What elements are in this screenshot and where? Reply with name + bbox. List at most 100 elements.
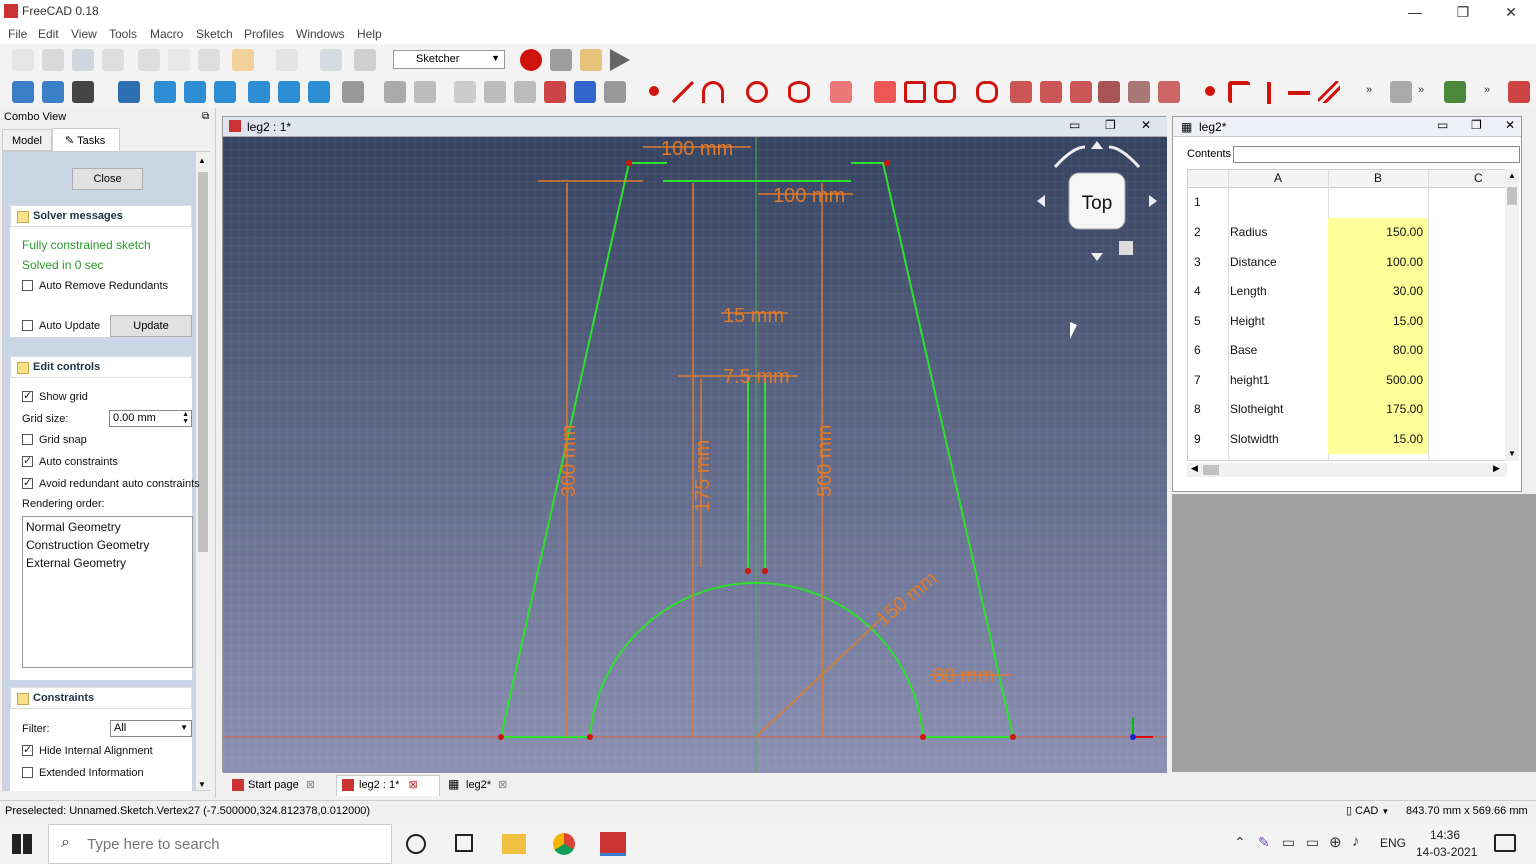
measure-icon[interactable] bbox=[342, 81, 364, 103]
cell-a[interactable]: Base bbox=[1230, 343, 1257, 357]
arc-tool-icon[interactable] bbox=[702, 81, 724, 103]
sheet-horizontal-scrollbar[interactable]: ◀ ▶ bbox=[1187, 463, 1507, 477]
slot-tool-icon[interactable] bbox=[976, 81, 998, 103]
whats-this-icon[interactable] bbox=[354, 49, 376, 71]
copy-icon[interactable] bbox=[168, 49, 190, 71]
trim-tool-icon[interactable] bbox=[1040, 81, 1062, 103]
cell-b[interactable]: 150.00 bbox=[1335, 225, 1423, 239]
spin-arrows-icon[interactable]: ▲ ▼ bbox=[182, 411, 189, 425]
row-number[interactable]: 5 bbox=[1194, 314, 1201, 328]
list-item[interactable]: External Geometry bbox=[26, 556, 126, 570]
scroll-up-icon[interactable]: ▲ bbox=[198, 156, 206, 165]
column-header-a[interactable]: A bbox=[1274, 171, 1282, 185]
top-view-icon[interactable] bbox=[184, 81, 206, 103]
circle-tool-icon[interactable] bbox=[746, 81, 768, 103]
point-tool-icon[interactable] bbox=[649, 86, 659, 96]
update-button[interactable]: Update bbox=[110, 315, 192, 337]
menu-edit[interactable]: Edit bbox=[38, 27, 59, 41]
stop-macro-icon[interactable] bbox=[550, 49, 572, 71]
menu-sketch[interactable]: Sketch bbox=[196, 27, 233, 41]
scroll-thumb[interactable] bbox=[1507, 187, 1517, 205]
row-number[interactable]: 8 bbox=[1194, 402, 1201, 416]
fit-selection-icon[interactable] bbox=[42, 81, 64, 103]
dimension-label[interactable]: 300 mm bbox=[558, 425, 580, 497]
macro-edit-icon[interactable] bbox=[580, 49, 602, 71]
chrome-icon[interactable] bbox=[553, 833, 575, 855]
sheet-restore-button[interactable]: ❐ bbox=[1471, 118, 1482, 132]
navigation-style-selector[interactable]: ▯ CAD ▼ bbox=[1346, 804, 1389, 817]
row-number[interactable]: 9 bbox=[1194, 432, 1201, 446]
external-geometry-icon[interactable] bbox=[1098, 81, 1120, 103]
close-tab-icon[interactable]: ⊠ bbox=[306, 779, 315, 791]
mdi-minimize-button[interactable]: ▭ bbox=[1069, 118, 1080, 132]
cell-b[interactable]: 175.00 bbox=[1335, 402, 1423, 416]
cell-b[interactable]: 100.00 bbox=[1335, 255, 1423, 269]
overflow-chevron-icon[interactable]: » bbox=[1366, 84, 1372, 96]
bspline-display-icon[interactable] bbox=[1444, 81, 1466, 103]
mdi-close-button[interactable]: ✕ bbox=[1141, 118, 1151, 132]
cell-a[interactable]: height1 bbox=[1230, 373, 1269, 387]
scroll-right-icon[interactable]: ▶ bbox=[1493, 463, 1500, 474]
sheet-minimize-button[interactable]: ▭ bbox=[1437, 118, 1448, 132]
sketch-3d-view[interactable]: 100 mm 100 mm 15 mm 7.5 mm 300 mm 175 mm… bbox=[222, 116, 1167, 773]
overflow-chevron-3-icon[interactable]: » bbox=[1484, 84, 1490, 96]
view-sketch-icon[interactable] bbox=[514, 81, 536, 103]
tab-tasks[interactable]: ✎ Tasks bbox=[52, 128, 120, 151]
dimension-label[interactable]: 100 mm bbox=[773, 185, 845, 207]
task-panel-scrollbar[interactable]: ▲ ▼ bbox=[196, 152, 210, 790]
sheet-vertical-scrollbar[interactable]: ▲ ▼ bbox=[1505, 169, 1519, 461]
run-macro-icon[interactable] bbox=[610, 49, 630, 71]
menu-macro[interactable]: Macro bbox=[150, 27, 183, 41]
dimension-label[interactable]: 100 mm bbox=[661, 138, 733, 160]
avoid-redundant-checkbox[interactable] bbox=[22, 476, 33, 489]
filter-select[interactable]: All ▼ bbox=[110, 720, 192, 737]
cell-b[interactable]: 15.00 bbox=[1335, 314, 1423, 328]
sketcher-macro-icon[interactable] bbox=[1508, 81, 1530, 103]
file-explorer-icon[interactable] bbox=[502, 834, 526, 854]
draw-style-icon[interactable] bbox=[72, 81, 94, 103]
row-number[interactable]: 7 bbox=[1194, 373, 1201, 387]
task-view-icon[interactable] bbox=[455, 834, 473, 852]
overflow-chevron-2-icon[interactable]: » bbox=[1418, 84, 1424, 96]
cell-a[interactable]: Slotwidth bbox=[1230, 432, 1279, 446]
taskbar-search-box[interactable]: ⌕ bbox=[48, 824, 392, 864]
polyline-tool-icon[interactable] bbox=[874, 81, 896, 103]
notifications-icon[interactable] bbox=[1494, 834, 1516, 852]
bspline-tool-icon[interactable] bbox=[830, 81, 852, 103]
minimize-button[interactable]: — bbox=[1392, 0, 1438, 24]
row-number[interactable]: 1 bbox=[1194, 195, 1201, 209]
menu-view[interactable]: View bbox=[71, 27, 97, 41]
menu-file[interactable]: File bbox=[8, 27, 27, 41]
cell-a[interactable]: Slotheight bbox=[1230, 402, 1283, 416]
auto-constraints-checkbox[interactable] bbox=[22, 454, 33, 467]
rectangle-tool-icon[interactable] bbox=[904, 81, 926, 103]
maximize-button[interactable]: ❐ bbox=[1440, 0, 1486, 24]
carbon-copy-icon[interactable] bbox=[1128, 81, 1150, 103]
mdi-restore-button[interactable]: ❐ bbox=[1105, 118, 1116, 132]
extended-information-checkbox[interactable] bbox=[22, 767, 33, 778]
cell-b[interactable]: 80.00 bbox=[1335, 343, 1423, 357]
horizontal-constraint-icon[interactable] bbox=[1288, 91, 1310, 95]
search-input[interactable] bbox=[87, 833, 377, 855]
grid-snap-checkbox[interactable] bbox=[22, 434, 33, 445]
dimension-label[interactable]: 15 mm bbox=[723, 305, 784, 327]
menu-tools[interactable]: Tools bbox=[109, 27, 137, 41]
grid-size-input[interactable]: 0.00 mm ▲ ▼ bbox=[109, 410, 192, 427]
battery-icon[interactable]: ▭ bbox=[1306, 834, 1319, 851]
menu-windows[interactable]: Windows bbox=[296, 27, 345, 41]
redo-icon[interactable] bbox=[276, 49, 298, 71]
tab-sketch[interactable]: leg2 : 1* ⊠ bbox=[336, 775, 440, 796]
group-icon[interactable] bbox=[414, 81, 436, 103]
scroll-thumb[interactable] bbox=[1203, 465, 1219, 475]
cell-a[interactable]: Distance bbox=[1230, 255, 1277, 269]
refresh-icon[interactable] bbox=[320, 49, 342, 71]
clock-time[interactable]: 14:36 bbox=[1430, 828, 1460, 842]
point-on-object-icon[interactable] bbox=[1228, 81, 1250, 103]
cut-icon[interactable] bbox=[138, 49, 160, 71]
scroll-thumb[interactable] bbox=[198, 172, 208, 552]
reorient-sketch-icon[interactable] bbox=[574, 81, 596, 103]
left-view-icon[interactable] bbox=[308, 81, 330, 103]
coincident-constraint-icon[interactable] bbox=[1205, 86, 1215, 96]
language-indicator[interactable]: ENG bbox=[1380, 836, 1406, 850]
cell-b[interactable]: 30.00 bbox=[1335, 284, 1423, 298]
